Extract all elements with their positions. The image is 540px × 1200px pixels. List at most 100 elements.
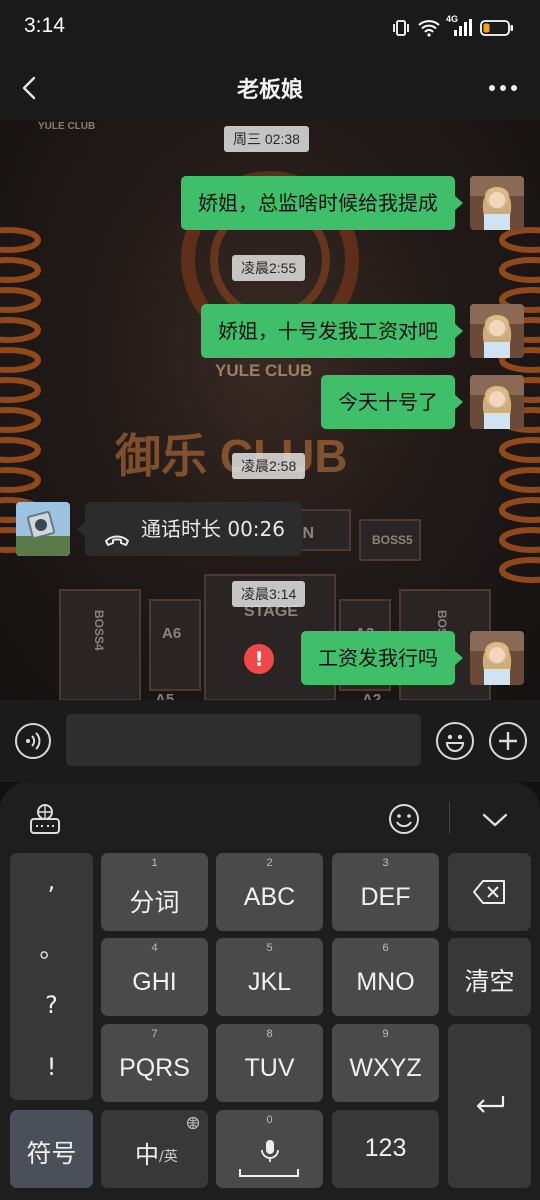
key-3[interactable]: 3 DEF [332, 853, 439, 931]
key-7-number: 7 [151, 1028, 158, 1040]
sent-message-bubble[interactable]: 工资发我行吗 [301, 631, 463, 685]
more-button[interactable] [488, 78, 518, 98]
clear-key-label: 清空 [464, 968, 515, 996]
sent-message-bubble[interactable]: 今天十号了 [321, 375, 463, 429]
key-4-label: GHI [132, 968, 177, 996]
status-bar: 3:14 4G [0, 0, 540, 56]
avatar-photo [470, 176, 524, 230]
key-1[interactable]: 1 分词 [101, 853, 208, 931]
key-3-number: 3 [382, 857, 389, 869]
key-4[interactable]: 4 GHI [101, 938, 208, 1016]
voice-input-button[interactable] [15, 723, 51, 759]
symbol-key[interactable]: 符号 [10, 1110, 93, 1188]
signal-icon: 4G [446, 14, 472, 37]
key-5-label: JKL [247, 968, 292, 996]
my-avatar[interactable] [470, 631, 524, 685]
avatar-photo [470, 304, 524, 358]
globe-icon [186, 1116, 200, 1130]
status-icons: 4G [392, 14, 514, 40]
punct-comma[interactable]: , [10, 867, 93, 895]
emoji-button[interactable] [436, 722, 474, 760]
key-2-number: 2 [266, 857, 273, 869]
key-5-number: 5 [266, 942, 273, 954]
keyboard-toolbar [0, 782, 540, 852]
plus-button[interactable] [489, 722, 527, 760]
number-mode-label: 123 [364, 1134, 407, 1162]
number-mode-key[interactable]: 123 [332, 1110, 439, 1188]
smile-icon [389, 804, 419, 834]
avatar-photo [470, 375, 524, 429]
keyboard-switch-button[interactable] [28, 802, 62, 840]
call-record-bubble[interactable]: 通话时长 00:26 [77, 502, 302, 556]
space-bar-icon [239, 1169, 299, 1177]
key-8-number: 8 [266, 1028, 273, 1040]
key-8[interactable]: 8 TUV [216, 1024, 323, 1102]
message-input-bar [0, 700, 540, 782]
enter-icon [476, 1096, 505, 1113]
call-duration-label: 通话时长 00:26 [141, 517, 285, 541]
sent-message-bubble[interactable]: 娇姐，十号发我工资对吧 [201, 304, 463, 358]
voice-icon [26, 732, 41, 750]
key-8-label: TUV [244, 1054, 295, 1082]
key-2-label: ABC [243, 883, 296, 911]
my-avatar[interactable] [470, 304, 524, 358]
backspace-key[interactable] [448, 853, 531, 931]
bg-a5: A5 [155, 691, 174, 700]
lang-main-label: 中 [135, 1141, 159, 1169]
key-2[interactable]: 2 ABC [216, 853, 323, 931]
collapse-keyboard-button[interactable] [480, 807, 510, 835]
contact-avatar-photo [16, 502, 70, 556]
avatar-photo [470, 631, 524, 685]
language-switch-key[interactable]: 中 /英 [101, 1110, 208, 1188]
my-avatar[interactable] [470, 375, 524, 429]
more-dots-icon [489, 85, 517, 91]
key-6-number: 6 [382, 942, 389, 954]
chevron-down-icon [482, 813, 508, 827]
key-5[interactable]: 5 JKL [216, 938, 323, 1016]
space-key[interactable]: 0 [216, 1110, 323, 1188]
bg-yule-top: YULE CLUB [38, 121, 95, 132]
wifi-icon [418, 19, 440, 37]
key-7-label: PQRS [119, 1054, 190, 1082]
symbol-key-label: 符号 [26, 1140, 77, 1168]
my-avatar[interactable] [470, 176, 524, 230]
punctuation-column[interactable]: , 。 ? ! [10, 853, 93, 1100]
smile-button[interactable] [386, 801, 422, 841]
backspace-icon [473, 880, 505, 904]
key-9-number: 9 [382, 1028, 389, 1040]
timestamp: 凌晨2:55 [232, 255, 306, 281]
globe-keyboard-icon [30, 804, 60, 834]
key-9[interactable]: 9 WXYZ [332, 1024, 439, 1102]
contact-avatar[interactable] [16, 502, 70, 556]
key-7[interactable]: 7 PQRS [101, 1024, 208, 1102]
bg-brand: 御乐 CLUB [114, 430, 348, 482]
bg-a2: A2 [362, 691, 381, 700]
chat-area[interactable]: YULE CLUB YULE CLUB ON BOSS5 STAGE A6 A3… [0, 120, 540, 700]
status-time: 3:14 [24, 14, 65, 37]
network-label: 4G [446, 14, 459, 24]
punct-question[interactable]: ? [10, 991, 93, 1019]
keyboard: , 。 ? ! 1 分词 2 ABC 3 DEF 4 GHI 5 JKL 6 M… [0, 782, 540, 1200]
battery-icon [480, 19, 514, 37]
timestamp: 凌晨2:58 [232, 453, 306, 479]
lang-sub-label: /英 [159, 1149, 178, 1165]
enter-key[interactable] [448, 1024, 531, 1188]
key-3-label: DEF [360, 883, 411, 911]
key-9-label: WXYZ [349, 1054, 422, 1082]
punct-exclaim[interactable]: ! [10, 1053, 93, 1081]
key-6[interactable]: 6 MNO [332, 938, 439, 1016]
key-6-label: MNO [356, 968, 415, 996]
bg-yule-mid: YULE CLUB [215, 361, 312, 380]
send-failed-icon[interactable]: ! [244, 644, 274, 674]
bg-a6: A6 [162, 625, 181, 642]
punct-period[interactable]: 。 [10, 929, 93, 964]
clear-key[interactable]: 清空 [448, 938, 531, 1016]
sent-message-bubble[interactable]: 娇姐，总监啥时候给我提成 [181, 176, 463, 230]
message-input[interactable] [66, 714, 421, 766]
plus-icon [499, 732, 517, 750]
key-1-number: 1 [151, 857, 158, 869]
chat-title: 老板娘 [236, 78, 303, 103]
timestamp: 凌晨3:14 [232, 581, 306, 607]
bg-boss5: BOSS5 [372, 533, 413, 547]
toolbar-divider [449, 802, 450, 834]
